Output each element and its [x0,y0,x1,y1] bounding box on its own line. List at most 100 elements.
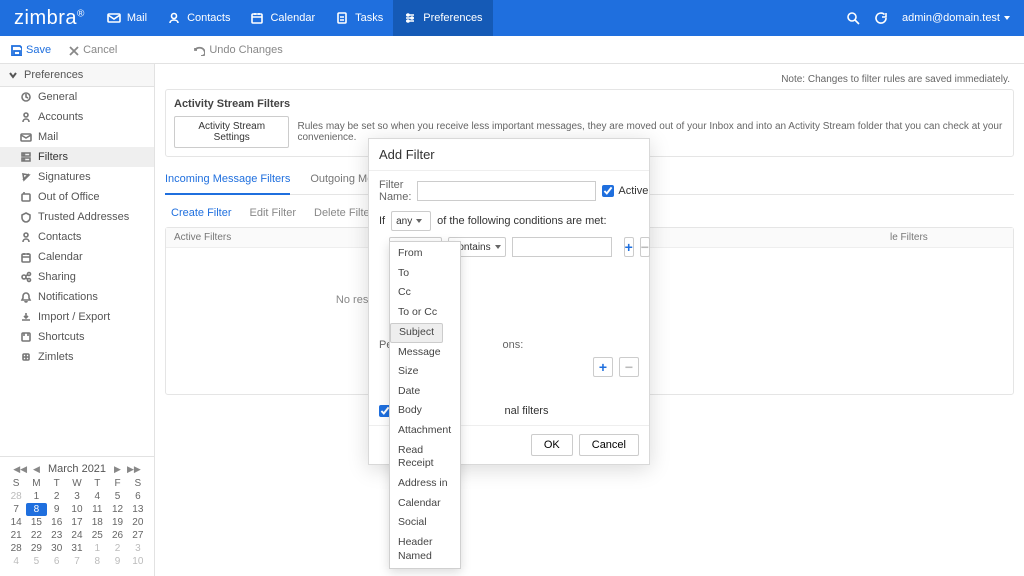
sidebar-item-mail[interactable]: Mail [0,127,154,147]
condition-value-input[interactable] [512,237,612,257]
cal-day[interactable]: 28 [6,490,26,503]
dropdown-option[interactable]: Address in [390,474,460,494]
sidebar-item-notifications[interactable]: Notifications [0,287,154,307]
save-button[interactable]: Save [10,44,51,56]
nav-tasks[interactable]: Tasks [325,0,393,36]
cal-day[interactable]: 7 [6,503,26,516]
cal-prev-year[interactable]: ◀◀ [13,464,27,475]
cal-day[interactable]: 10 [128,555,148,568]
cal-day[interactable]: 24 [67,529,87,542]
sidebar-item-accounts[interactable]: Accounts [0,107,154,127]
dropdown-option[interactable]: To [390,264,460,284]
sidebar-item-trusted-addresses[interactable]: Trusted Addresses [0,207,154,227]
sidebar-item-out-of-office[interactable]: Out of Office [0,187,154,207]
cal-day[interactable]: 8 [87,555,107,568]
dropdown-option[interactable]: Message [390,343,460,363]
dropdown-option[interactable]: Subject [390,323,443,343]
cal-day[interactable]: 23 [47,529,67,542]
dropdown-option[interactable]: Attachment [390,421,460,441]
cal-day[interactable]: 12 [107,503,127,516]
cal-day[interactable]: 28 [6,542,26,555]
dropdown-option[interactable]: Calendar [390,494,460,514]
dropdown-option[interactable]: Social [390,513,460,533]
cal-day[interactable]: 19 [107,516,127,529]
cal-day[interactable]: 18 [87,516,107,529]
cal-day[interactable]: 4 [6,555,26,568]
cal-day[interactable]: 17 [67,516,87,529]
cal-day[interactable]: 29 [26,542,46,555]
refresh-button[interactable] [874,11,888,25]
cal-day[interactable]: 31 [67,542,87,555]
cal-next-year[interactable]: ▶▶ [127,464,141,475]
create-filter[interactable]: Create Filter [171,207,232,219]
cal-day[interactable]: 14 [6,516,26,529]
active-checkbox[interactable] [602,185,614,197]
undo-button[interactable]: Undo Changes [193,44,282,56]
cal-day[interactable]: 15 [26,516,46,529]
cal-prev-month[interactable]: ◀ [33,464,40,475]
cal-day[interactable]: 27 [128,529,148,542]
ok-button[interactable]: OK [531,434,573,456]
sidebar-item-zimlets[interactable]: Zimlets [0,347,154,367]
search-button[interactable] [846,11,860,25]
cal-day[interactable]: 2 [47,490,67,503]
dialog-cancel-button[interactable]: Cancel [579,434,639,456]
cal-day[interactable]: 2 [107,542,127,555]
cal-day[interactable]: 13 [128,503,148,516]
dropdown-option[interactable]: Cc [390,283,460,303]
cal-day[interactable]: 22 [26,529,46,542]
cal-day[interactable]: 1 [26,490,46,503]
sidebar-item-shortcuts[interactable]: Shortcuts [0,327,154,347]
nav-calendar[interactable]: Calendar [240,0,325,36]
cal-day[interactable]: 25 [87,529,107,542]
dropdown-option[interactable]: Header Named [390,533,460,566]
sidebar-item-filters[interactable]: Filters [0,147,154,167]
cal-day[interactable]: 11 [87,503,107,516]
sidebar-item-calendar[interactable]: Calendar [0,247,154,267]
add-condition-button[interactable]: + [624,237,634,257]
filter-name-input[interactable] [417,181,596,201]
sidebar-item-import-export[interactable]: Import / Export [0,307,154,327]
delete-filter[interactable]: Delete Filter [314,207,373,219]
nav-contacts[interactable]: Contacts [157,0,240,36]
nav-mail[interactable]: Mail [97,0,157,36]
cal-day[interactable]: 20 [128,516,148,529]
sidebar-item-contacts[interactable]: Contacts [0,227,154,247]
cal-day[interactable]: 26 [107,529,127,542]
dropdown-option[interactable]: Size [390,362,460,382]
sidebar-item-signatures[interactable]: Signatures [0,167,154,187]
cal-day[interactable]: 9 [47,503,67,516]
remove-action-button[interactable]: − [619,357,639,377]
sidebar-item-sharing[interactable]: Sharing [0,267,154,287]
cal-day[interactable]: 6 [47,555,67,568]
add-action-button[interactable]: + [593,357,613,377]
dropdown-option[interactable]: To or Cc [390,303,460,323]
activity-stream-settings-button[interactable]: Activity Stream Settings [174,116,289,148]
cal-day[interactable]: 6 [128,490,148,503]
tab-incoming[interactable]: Incoming Message Filters [165,167,290,195]
dropdown-option[interactable]: From [390,244,460,264]
sidebar-item-general[interactable]: General [0,87,154,107]
dropdown-option[interactable]: Read Receipt [390,441,460,474]
cal-next-month[interactable]: ▶ [114,464,121,475]
cal-day[interactable]: 21 [6,529,26,542]
cal-day[interactable]: 5 [26,555,46,568]
cancel-button[interactable]: Cancel [67,44,117,56]
cal-day[interactable]: 9 [107,555,127,568]
cal-day[interactable]: 16 [47,516,67,529]
cal-day[interactable]: 7 [67,555,87,568]
cal-day[interactable]: 4 [87,490,107,503]
cal-day[interactable]: 1 [87,542,107,555]
cal-day[interactable]: 5 [107,490,127,503]
user-menu[interactable]: admin@domain.test [902,12,1010,24]
sidebar-header[interactable]: Preferences [0,64,154,87]
dropdown-option[interactable]: Date [390,382,460,402]
cal-day[interactable]: 8 [26,503,46,516]
nav-preferences[interactable]: Preferences [393,0,492,36]
cal-day[interactable]: 10 [67,503,87,516]
remove-condition-button[interactable]: − [640,237,650,257]
match-select[interactable]: any [391,211,431,231]
dropdown-option[interactable]: Body [390,401,460,421]
cal-day[interactable]: 30 [47,542,67,555]
edit-filter[interactable]: Edit Filter [250,207,296,219]
